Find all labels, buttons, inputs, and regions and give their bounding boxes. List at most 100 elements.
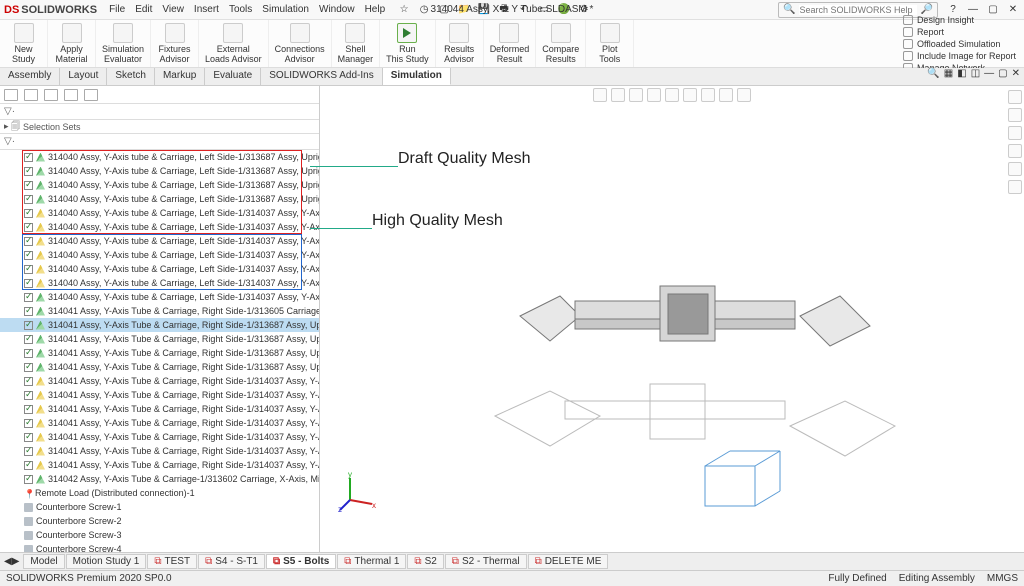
tree-item[interactable]: 314040 Assy, Y-Axis tube & Carriage, Lef… xyxy=(0,220,319,234)
tree-item[interactable]: Counterbore Screw-4 xyxy=(0,542,319,552)
tree-item[interactable]: 314040 Assy, Y-Axis tube & Carriage, Lef… xyxy=(0,192,319,206)
menu-item[interactable]: Window xyxy=(319,4,355,15)
vp-icon[interactable]: ◫ xyxy=(971,68,980,79)
tree-tab[interactable] xyxy=(24,89,38,101)
qa-icon[interactable]: ◷ xyxy=(417,3,431,17)
doc-close-icon[interactable]: ✕ xyxy=(1012,68,1020,79)
tree-item[interactable]: 314040 Assy, Y-Axis tube & Carriage, Lef… xyxy=(0,276,319,290)
command-tab[interactable]: SOLIDWORKS Add-Ins xyxy=(261,68,382,85)
tree-item[interactable]: 314040 Assy, Y-Axis tube & Carriage, Lef… xyxy=(0,206,319,220)
task-tab-icon[interactable] xyxy=(1008,144,1022,158)
vp-tool-icon[interactable] xyxy=(593,88,607,102)
ribbon-button[interactable]: ResultsAdvisor xyxy=(436,20,484,67)
ribbon-button[interactable]: CompareResults xyxy=(536,20,586,67)
command-tab[interactable]: Layout xyxy=(60,68,107,85)
vp-tool-icon[interactable] xyxy=(683,88,697,102)
qa-icon[interactable]: ☆ xyxy=(397,3,411,17)
vp-icon[interactable]: 🔍 xyxy=(927,68,939,79)
ribbon-button[interactable]: RunThis Study xyxy=(380,20,436,67)
close-icon[interactable]: ✕ xyxy=(1006,4,1020,15)
tree-item[interactable]: Counterbore Screw-1 xyxy=(0,500,319,514)
search-input[interactable] xyxy=(799,5,916,15)
ribbon-button[interactable]: FixturesAdvisor xyxy=(151,20,199,67)
tree-item[interactable]: Counterbore Screw-3 xyxy=(0,528,319,542)
tree-item[interactable]: 314041 Assy, Y-Axis Tube & Carriage, Rig… xyxy=(0,304,319,318)
tree-item[interactable]: 314041 Assy, Y-Axis Tube & Carriage, Rig… xyxy=(0,346,319,360)
task-tab-icon[interactable] xyxy=(1008,108,1022,122)
ribbon-option[interactable]: Include Image for Report xyxy=(903,51,1016,61)
config-tab[interactable]: Motion Study 1 xyxy=(66,554,147,569)
maximize-icon[interactable]: ▢ xyxy=(986,4,1000,15)
doc-max-icon[interactable]: ▢ xyxy=(998,68,1007,79)
tree-item[interactable]: 314041 Assy, Y-Axis Tube & Carriage, Rig… xyxy=(0,318,319,332)
task-tab-icon[interactable] xyxy=(1008,180,1022,194)
tree-item[interactable]: 314040 Assy, Y-Axis tube & Carriage, Lef… xyxy=(0,248,319,262)
ribbon-button[interactable]: PlotTools xyxy=(586,20,634,67)
help-icon[interactable]: ? xyxy=(946,4,960,15)
vp-tool-icon[interactable] xyxy=(629,88,643,102)
filter-icon[interactable]: ▽· xyxy=(0,134,319,150)
tree-item[interactable]: 📍Remote Load (Distributed connection)-1 xyxy=(0,486,319,500)
config-tab[interactable]: ⧉Thermal 1 xyxy=(337,554,406,569)
menu-item[interactable]: Simulation xyxy=(262,4,309,15)
menu-item[interactable]: Help xyxy=(365,4,386,15)
tree-tab[interactable] xyxy=(64,89,78,101)
task-tab-icon[interactable] xyxy=(1008,126,1022,140)
ribbon-button[interactable]: NewStudy xyxy=(0,20,48,67)
task-tab-icon[interactable] xyxy=(1008,162,1022,176)
config-tab[interactable]: ⧉S2 xyxy=(407,554,443,569)
menu-item[interactable]: Edit xyxy=(135,4,152,15)
minimize-icon[interactable]: — xyxy=(966,4,980,15)
tree-item[interactable]: 314041 Assy, Y-Axis Tube & Carriage, Rig… xyxy=(0,430,319,444)
ribbon-button[interactable]: ShellManager xyxy=(332,20,381,67)
vp-tool-icon[interactable] xyxy=(719,88,733,102)
config-tab[interactable]: ⧉S4 - S-T1 xyxy=(198,554,265,569)
ribbon-button[interactable]: ApplyMaterial xyxy=(48,20,96,67)
filter-icon[interactable]: ▽· xyxy=(0,104,319,120)
tree-item[interactable]: 314041 Assy, Y-Axis Tube & Carriage, Rig… xyxy=(0,332,319,346)
doc-min-icon[interactable]: — xyxy=(984,68,994,79)
tree-item[interactable]: 314041 Assy, Y-Axis Tube & Carriage, Rig… xyxy=(0,360,319,374)
ribbon-option[interactable]: Offloaded Simulation xyxy=(903,39,1016,49)
config-tab[interactable]: ⧉S5 - Bolts xyxy=(266,554,336,569)
tree-tab[interactable] xyxy=(4,89,18,101)
tree-item[interactable]: 314041 Assy, Y-Axis Tube & Carriage, Rig… xyxy=(0,416,319,430)
config-tab[interactable]: Model xyxy=(23,554,64,569)
tree-tab[interactable] xyxy=(44,89,58,101)
graphics-viewport[interactable]: Draft Quality Mesh High Quality Mesh xyxy=(320,86,1024,552)
tree-item[interactable]: 314040 Assy, Y-Axis tube & Carriage, Lef… xyxy=(0,262,319,276)
ribbon-button[interactable]: DeformedResult xyxy=(484,20,537,67)
tree-item[interactable]: 314041 Assy, Y-Axis Tube & Carriage, Rig… xyxy=(0,388,319,402)
tree-item[interactable]: 314041 Assy, Y-Axis Tube & Carriage, Rig… xyxy=(0,444,319,458)
command-tab[interactable]: Evaluate xyxy=(205,68,261,85)
vp-tool-icon[interactable] xyxy=(611,88,625,102)
tree-item[interactable]: 314040 Assy, Y-Axis tube & Carriage, Lef… xyxy=(0,164,319,178)
vp-icon[interactable]: ◧ xyxy=(957,68,966,79)
config-tab[interactable]: ⧉DELETE ME xyxy=(528,554,609,569)
view-triad[interactable]: y x z xyxy=(338,472,378,512)
config-tab[interactable]: ⧉S2 - Thermal xyxy=(445,554,527,569)
vp-tool-icon[interactable] xyxy=(737,88,751,102)
command-tab[interactable]: Sketch xyxy=(107,68,155,85)
ribbon-button[interactable]: ExternalLoads Advisor xyxy=(199,20,269,67)
ribbon-option[interactable]: Design Insight xyxy=(903,15,1016,25)
menu-item[interactable]: File xyxy=(109,4,125,15)
tree-item[interactable]: 314040 Assy, Y-Axis tube & Carriage, Lef… xyxy=(0,234,319,248)
vp-icon[interactable]: ▦ xyxy=(944,68,953,79)
command-tab[interactable]: Markup xyxy=(155,68,205,85)
vp-tool-icon[interactable] xyxy=(701,88,715,102)
tree-header-row[interactable]: ▸ 🗐 Selection Sets xyxy=(0,120,319,134)
tree-item[interactable]: 314040 Assy, Y-Axis tube & Carriage, Lef… xyxy=(0,178,319,192)
ribbon-button[interactable]: ConnectionsAdvisor xyxy=(269,20,332,67)
task-tab-icon[interactable] xyxy=(1008,90,1022,104)
tree-item[interactable]: 314040 Assy, Y-Axis tube & Carriage, Lef… xyxy=(0,290,319,304)
ribbon-option[interactable]: Report xyxy=(903,27,1016,37)
vp-tool-icon[interactable] xyxy=(647,88,661,102)
config-tab[interactable]: ⧉TEST xyxy=(147,554,197,569)
search-go-icon[interactable]: 🔎 xyxy=(921,4,933,15)
menu-item[interactable]: View xyxy=(162,4,184,15)
tree-tab[interactable] xyxy=(84,89,98,101)
vp-tool-icon[interactable] xyxy=(665,88,679,102)
tree-item[interactable]: 314041 Assy, Y-Axis Tube & Carriage, Rig… xyxy=(0,374,319,388)
tab-nav-icon[interactable]: ◀▶ xyxy=(4,556,19,567)
